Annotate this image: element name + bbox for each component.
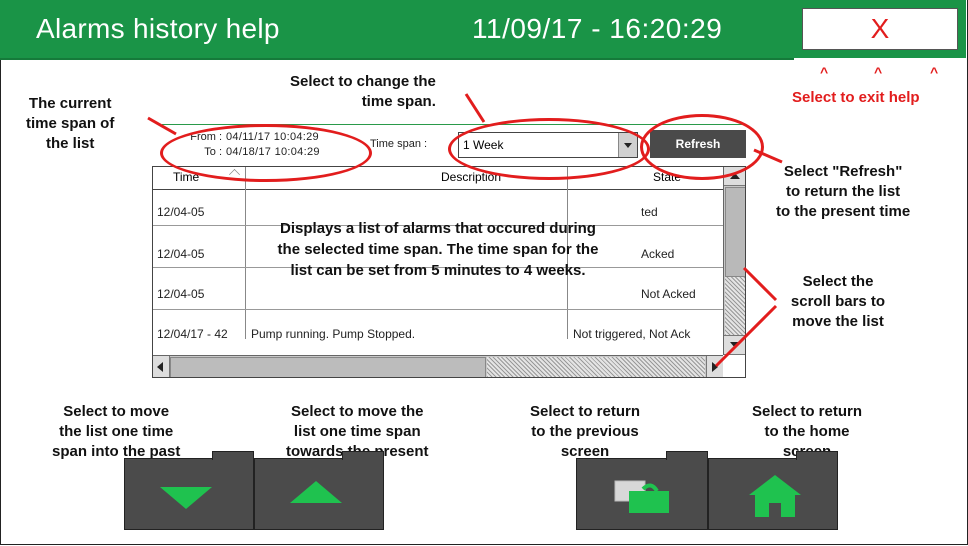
annotation-line: Select to change the [290, 73, 436, 90]
annotation-line: Select to move [63, 403, 170, 420]
annotation-line: time span. [361, 93, 436, 110]
cell-time: 12/04/17 - 42 [157, 327, 228, 341]
annotation-line: to the present time [776, 203, 911, 220]
annotation-line: the list one time [59, 423, 174, 440]
button-tab [342, 451, 384, 460]
callout-ellipse-refresh [640, 114, 764, 180]
previous-screen-annotation: Select to return to the previous screen [530, 402, 640, 462]
vertical-scroll-track[interactable] [725, 277, 745, 335]
list-description-annotation: Displays a list of alarms that occured d… [228, 218, 648, 281]
move-past-annotation: Select to move the list one time span in… [52, 402, 180, 462]
annotation-line: time span of [26, 115, 115, 132]
annotation-line: the selected time span. The time span fo… [277, 241, 599, 258]
page-title: Alarms history help [36, 13, 280, 44]
caret-2: ^ [874, 64, 883, 80]
annotation-line: Displays a list of alarms that occured d… [280, 220, 596, 237]
arrow-up-icon [290, 481, 342, 503]
caret-1: ^ [820, 64, 829, 80]
cell-state: ted [641, 205, 658, 219]
exit-help-button-frame: X [794, 0, 966, 58]
previous-screen-button[interactable] [576, 451, 708, 530]
scroll-bars-annotation: Select the scroll bars to move the list [778, 272, 898, 332]
scroll-down-icon[interactable] [724, 335, 745, 355]
annotation-line: to return the list [786, 183, 901, 200]
annotation-line: the list [46, 135, 95, 152]
scroll-right-icon[interactable] [706, 356, 723, 377]
close-icon: X [870, 13, 890, 44]
vertical-scroll-thumb[interactable] [725, 187, 745, 277]
cell-time: 12/04-05 [157, 287, 205, 301]
button-tab [212, 451, 254, 460]
row-divider [153, 309, 723, 310]
exit-help-button[interactable]: X [802, 8, 958, 50]
annotation-line: Select to move the [290, 403, 424, 420]
cell-time: 12/04-05 [157, 247, 205, 261]
exit-carets: ^ ^ ^ [812, 64, 952, 82]
home-button[interactable] [708, 451, 838, 530]
cell-state: Not Acked [641, 287, 696, 301]
annotation-line: Select the [802, 273, 874, 290]
horizontal-scroll-thumb[interactable] [170, 357, 486, 377]
scroll-left-icon[interactable] [153, 356, 170, 377]
annotation-line: Select "Refresh" [783, 163, 903, 180]
caret-3: ^ [930, 64, 939, 80]
button-tab [666, 451, 708, 460]
annotation-line: scroll bars to [790, 293, 886, 310]
move-past-button[interactable] [124, 451, 254, 530]
exit-help-annotation: Select to exit help [792, 89, 920, 106]
arrow-down-icon [160, 487, 212, 509]
cell-state: Not triggered, Not Ack [573, 327, 691, 341]
button-tab [796, 451, 838, 460]
current-time-span-annotation: The current time span of the list [26, 94, 114, 154]
annotation-line: to the previous [531, 423, 639, 440]
date-time: 11/09/17 - 16:20:29 [472, 13, 723, 44]
cell-time: 12/04-05 [157, 205, 205, 219]
annotation-line: Select to return [530, 403, 641, 420]
annotation-line: move the list [792, 313, 884, 330]
vertical-scrollbar[interactable] [723, 167, 745, 355]
annotation-line: list one time span [293, 423, 421, 440]
callout-ellipse-time-range [160, 124, 372, 182]
horizontal-scrollbar[interactable] [153, 355, 723, 377]
previous-screen-icon [614, 480, 669, 513]
time-span-label: Time span : [370, 138, 428, 150]
title-bar: Alarms history help 11/09/17 - 16:20:29 [0, 0, 794, 60]
cell-description: Pump running. Pump Stopped. [251, 327, 416, 341]
callout-ellipse-time-span [448, 118, 650, 180]
refresh-annotation: Select "Refresh" to return the list to t… [776, 162, 910, 222]
annotation-line: Select to return [752, 403, 863, 420]
move-present-button[interactable] [254, 451, 384, 530]
annotation-line: The current [28, 95, 112, 112]
home-icon [749, 475, 801, 517]
change-time-span-annotation: Select to change the time span. [290, 72, 436, 112]
horizontal-scroll-track[interactable] [487, 357, 705, 377]
annotation-line: list can be set from 5 minutes to 4 week… [290, 262, 586, 279]
annotation-line: to the home [764, 423, 850, 440]
